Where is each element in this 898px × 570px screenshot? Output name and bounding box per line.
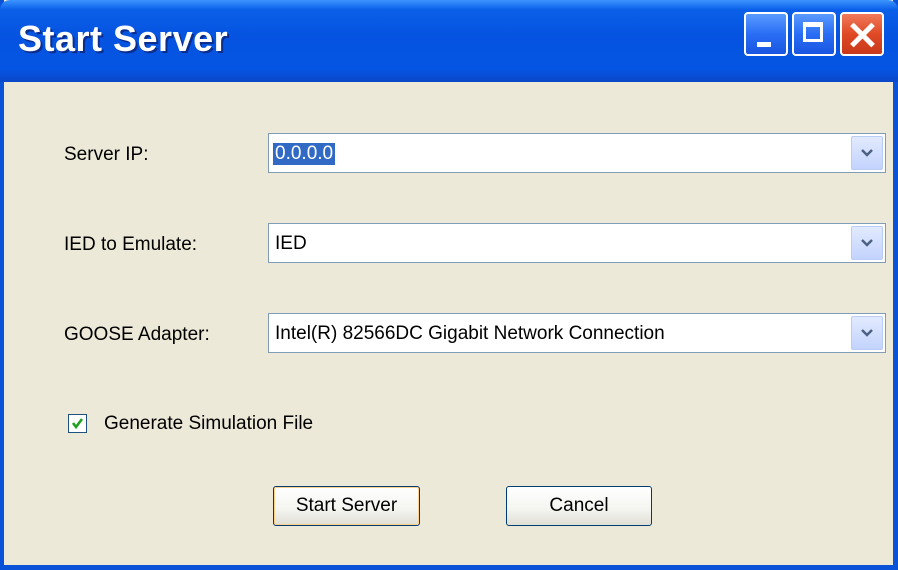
generate-simulation-label[interactable]: Generate Simulation File bbox=[104, 413, 313, 435]
start-server-dialog: Start Server Server IP: 0.0.0.0 IED to E… bbox=[0, 0, 898, 570]
server-ip-value[interactable]: 0.0.0.0 bbox=[273, 143, 336, 165]
chevron-down-icon bbox=[861, 239, 873, 247]
close-button[interactable] bbox=[840, 12, 884, 56]
server-ip-combo[interactable]: 0.0.0.0 bbox=[268, 133, 886, 173]
goose-adapter-combo[interactable]: Intel(R) 82566DC Gigabit Network Connect… bbox=[268, 313, 886, 353]
goose-adapter-label: GOOSE Adapter: bbox=[64, 324, 210, 345]
server-ip-label: Server IP: bbox=[64, 144, 149, 165]
minimize-button[interactable] bbox=[744, 12, 788, 56]
goose-adapter-dropdown-button[interactable] bbox=[851, 316, 883, 350]
server-ip-dropdown-button[interactable] bbox=[851, 136, 883, 170]
cancel-button[interactable]: Cancel bbox=[506, 486, 652, 526]
generate-simulation-checkbox[interactable] bbox=[68, 414, 87, 433]
checkmark-icon bbox=[71, 418, 84, 430]
ied-value[interactable]: IED bbox=[275, 233, 307, 255]
window-title: Start Server bbox=[18, 18, 229, 59]
chevron-down-icon bbox=[861, 149, 873, 157]
ied-dropdown-button[interactable] bbox=[851, 226, 883, 260]
ied-combo[interactable]: IED bbox=[268, 223, 886, 263]
maximize-button[interactable] bbox=[792, 12, 836, 56]
start-server-button[interactable]: Start Server bbox=[273, 486, 420, 526]
chevron-down-icon bbox=[861, 329, 873, 337]
title-bar[interactable]: Start Server bbox=[0, 0, 898, 82]
ied-label: IED to Emulate: bbox=[64, 234, 198, 255]
goose-adapter-value[interactable]: Intel(R) 82566DC Gigabit Network Connect… bbox=[275, 323, 665, 345]
